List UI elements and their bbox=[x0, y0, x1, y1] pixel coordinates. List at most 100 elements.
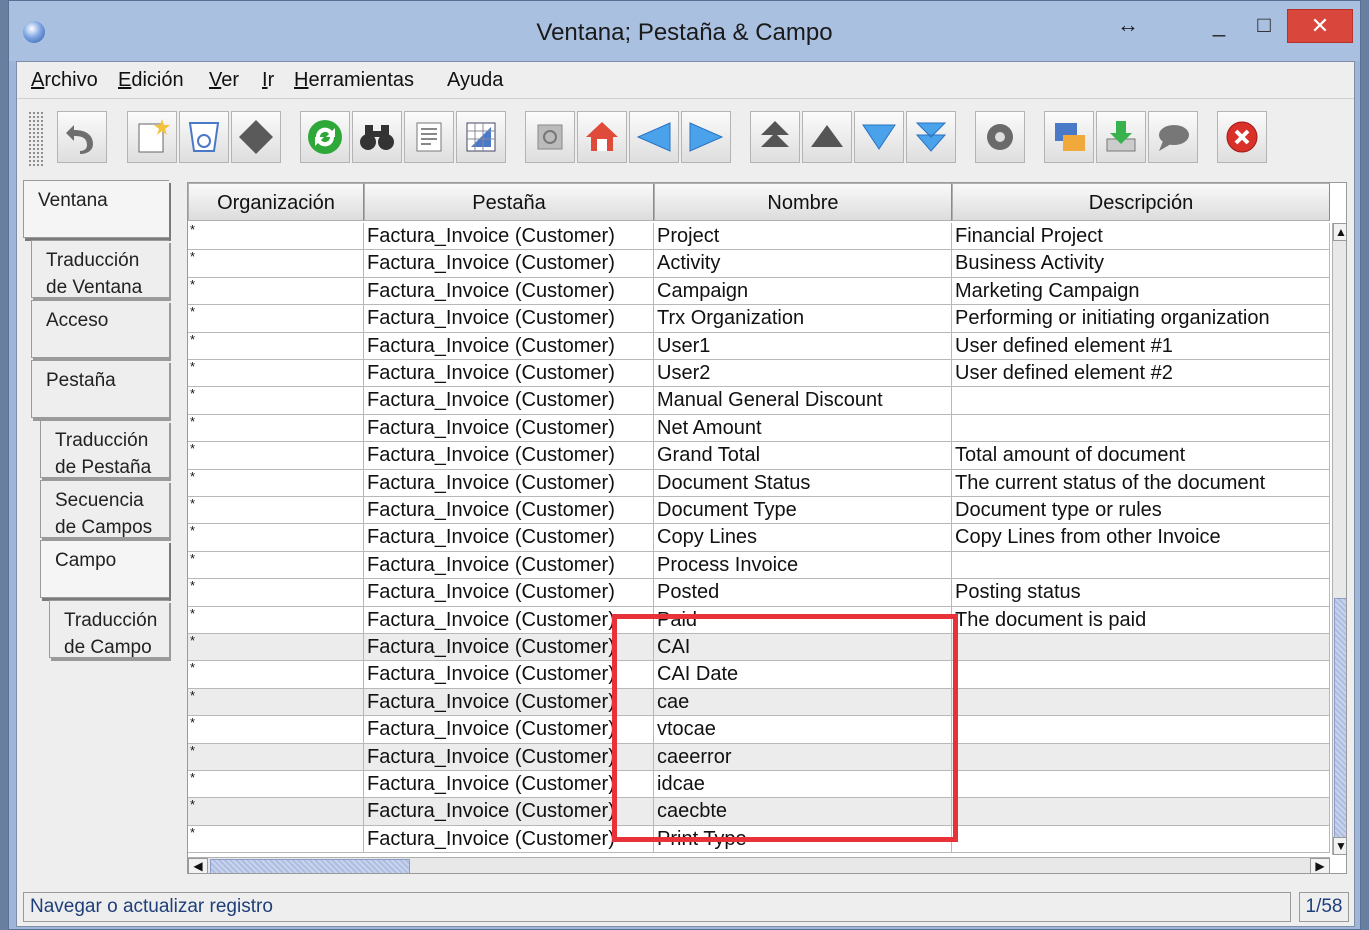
table-row[interactable]: * Factura_Invoice (Customer) Net Amount bbox=[188, 414, 1330, 443]
cell-pestana[interactable]: Factura_Invoice (Customer) bbox=[364, 360, 654, 388]
cell-organizacion[interactable]: * bbox=[188, 469, 364, 497]
cell-pestana[interactable]: Factura_Invoice (Customer) bbox=[364, 551, 654, 580]
refresh-button[interactable] bbox=[300, 111, 350, 163]
cell-nombre[interactable]: idcae bbox=[654, 771, 952, 799]
table-row[interactable]: * Factura_Invoice (Customer) Manual Genera… bbox=[188, 387, 1330, 415]
cell-nombre[interactable]: Document Status bbox=[654, 469, 952, 497]
cell-descripcion[interactable]: Document type or rules bbox=[952, 497, 1330, 525]
chat-button[interactable] bbox=[1148, 111, 1198, 163]
cell-pestana[interactable]: Factura_Invoice (Customer) bbox=[364, 305, 654, 333]
menu-herramientas[interactable]: Herramientas bbox=[294, 69, 414, 92]
cell-descripcion[interactable] bbox=[952, 825, 1330, 854]
cell-descripcion[interactable] bbox=[952, 634, 1330, 662]
column-header-pestana[interactable]: Pestaña bbox=[364, 183, 654, 221]
cell-nombre[interactable]: Activity bbox=[654, 250, 952, 278]
scroll-right-arrow[interactable]: ▶ bbox=[1310, 858, 1330, 873]
menu-archivo[interactable]: Archivo bbox=[31, 69, 98, 92]
cell-descripcion[interactable] bbox=[952, 771, 1330, 799]
tab-secuencia-campos[interactable]: Secuencia de Campos bbox=[40, 480, 169, 538]
horizontal-scrollbar[interactable]: ◀ ▶ bbox=[188, 857, 1330, 873]
last-record-button[interactable] bbox=[906, 111, 956, 163]
cell-pestana[interactable]: Factura_Invoice (Customer) bbox=[364, 469, 654, 497]
cell-pestana[interactable]: Factura_Invoice (Customer) bbox=[364, 771, 654, 799]
cell-nombre[interactable]: Trx Organization bbox=[654, 305, 952, 333]
tab-pestana[interactable]: Pestaña bbox=[31, 360, 169, 418]
table-row[interactable]: * Factura_Invoice (Customer) Grand Total To… bbox=[188, 442, 1330, 470]
cell-pestana[interactable]: Factura_Invoice (Customer) bbox=[364, 606, 654, 634]
cell-nombre[interactable]: cae bbox=[654, 688, 952, 717]
cell-pestana[interactable]: Factura_Invoice (Customer) bbox=[364, 277, 654, 306]
cell-organizacion[interactable]: * bbox=[188, 743, 364, 771]
table-row[interactable]: * Factura_Invoice (Customer) CAI bbox=[188, 634, 1330, 662]
cell-nombre[interactable]: Grand Total bbox=[654, 442, 952, 470]
undo-button[interactable] bbox=[57, 111, 107, 163]
cell-organizacion[interactable]: * bbox=[188, 798, 364, 826]
table-row[interactable]: * Factura_Invoice (Customer) CAI Date bbox=[188, 661, 1330, 689]
cell-nombre[interactable]: Paid bbox=[654, 606, 952, 634]
cell-descripcion[interactable]: User defined element #2 bbox=[952, 360, 1330, 388]
cell-descripcion[interactable]: Marketing Campaign bbox=[952, 277, 1330, 306]
cell-pestana[interactable]: Factura_Invoice (Customer) bbox=[364, 825, 654, 854]
cell-organizacion[interactable]: * bbox=[188, 305, 364, 333]
table-row[interactable]: * Factura_Invoice (Customer) Process Invoi… bbox=[188, 551, 1330, 580]
vertical-scroll-thumb[interactable] bbox=[1334, 598, 1346, 838]
cell-descripcion[interactable] bbox=[952, 743, 1330, 771]
cell-pestana[interactable]: Factura_Invoice (Customer) bbox=[364, 332, 654, 360]
cell-pestana[interactable]: Factura_Invoice (Customer) bbox=[364, 688, 654, 717]
cell-descripcion[interactable] bbox=[952, 688, 1330, 717]
cell-organizacion[interactable]: * bbox=[188, 661, 364, 689]
cell-nombre[interactable]: Posted bbox=[654, 579, 952, 607]
cell-organizacion[interactable]: * bbox=[188, 360, 364, 388]
table-row[interactable]: * Factura_Invoice (Customer) idcae bbox=[188, 771, 1330, 799]
cell-descripcion[interactable] bbox=[952, 798, 1330, 826]
tab-ventana[interactable]: Ventana bbox=[23, 180, 169, 238]
next-button[interactable] bbox=[681, 111, 731, 163]
cell-organizacion[interactable]: * bbox=[188, 716, 364, 744]
table-row[interactable]: * Factura_Invoice (Customer) cae bbox=[188, 688, 1330, 717]
close-window-button[interactable] bbox=[1217, 111, 1267, 163]
table-row[interactable]: * Factura_Invoice (Customer) Print Type bbox=[188, 825, 1330, 854]
cell-descripcion[interactable]: The document is paid bbox=[952, 606, 1330, 634]
table-row[interactable]: * Factura_Invoice (Customer) Document Stat… bbox=[188, 469, 1330, 497]
menu-ir[interactable]: Ir bbox=[262, 69, 274, 92]
cell-pestana[interactable]: Factura_Invoice (Customer) bbox=[364, 634, 654, 662]
toolbar-grip[interactable] bbox=[28, 111, 44, 167]
tab-traduccion-pestana[interactable]: Traducción de Pestaña bbox=[40, 420, 169, 478]
cell-descripcion[interactable]: The current status of the document bbox=[952, 469, 1330, 497]
cell-organizacion[interactable]: * bbox=[188, 606, 364, 634]
cell-organizacion[interactable]: * bbox=[188, 223, 364, 251]
cell-pestana[interactable]: Factura_Invoice (Customer) bbox=[364, 442, 654, 470]
cell-descripcion[interactable]: Financial Project bbox=[952, 223, 1330, 251]
tab-acceso[interactable]: Acceso bbox=[31, 300, 169, 358]
cell-descripcion[interactable] bbox=[952, 661, 1330, 689]
column-header-organizacion[interactable]: Organización bbox=[188, 183, 364, 221]
table-row[interactable]: * Factura_Invoice (Customer) Paid The docum… bbox=[188, 606, 1330, 634]
scroll-up-arrow[interactable]: ▲ bbox=[1333, 223, 1346, 241]
cell-nombre[interactable]: Campaign bbox=[654, 277, 952, 306]
first-record-button[interactable] bbox=[750, 111, 800, 163]
cell-organizacion[interactable]: * bbox=[188, 771, 364, 799]
cell-organizacion[interactable]: * bbox=[188, 414, 364, 443]
tab-traduccion-campo[interactable]: Traducción de Campo bbox=[49, 600, 169, 658]
cell-nombre[interactable]: Project bbox=[654, 223, 952, 251]
cell-pestana[interactable]: Factura_Invoice (Customer) bbox=[364, 223, 654, 251]
home-button[interactable] bbox=[577, 111, 627, 163]
previous-button[interactable] bbox=[629, 111, 679, 163]
table-row[interactable]: * Factura_Invoice (Customer) Project Financ… bbox=[188, 223, 1330, 251]
close-button[interactable]: ✕ bbox=[1287, 9, 1353, 43]
cell-nombre[interactable]: caecbte bbox=[654, 798, 952, 826]
delete-record-button[interactable] bbox=[231, 111, 281, 163]
cell-descripcion[interactable]: Business Activity bbox=[952, 250, 1330, 278]
table-row[interactable]: * Factura_Invoice (Customer) Campaign Marke… bbox=[188, 277, 1330, 306]
new-record-button[interactable] bbox=[127, 111, 177, 163]
record-counter[interactable]: 1/58 bbox=[1299, 892, 1349, 922]
cell-nombre[interactable]: User1 bbox=[654, 332, 952, 360]
cell-pestana[interactable]: Factura_Invoice (Customer) bbox=[364, 743, 654, 771]
copy-record-button[interactable] bbox=[179, 111, 229, 163]
cell-nombre[interactable]: Net Amount bbox=[654, 414, 952, 443]
cell-organizacion[interactable]: * bbox=[188, 825, 364, 854]
cell-pestana[interactable]: Factura_Invoice (Customer) bbox=[364, 716, 654, 744]
cell-nombre[interactable]: vtocae bbox=[654, 716, 952, 744]
cell-descripcion[interactable] bbox=[952, 716, 1330, 744]
cell-descripcion[interactable]: User defined element #1 bbox=[952, 332, 1330, 360]
